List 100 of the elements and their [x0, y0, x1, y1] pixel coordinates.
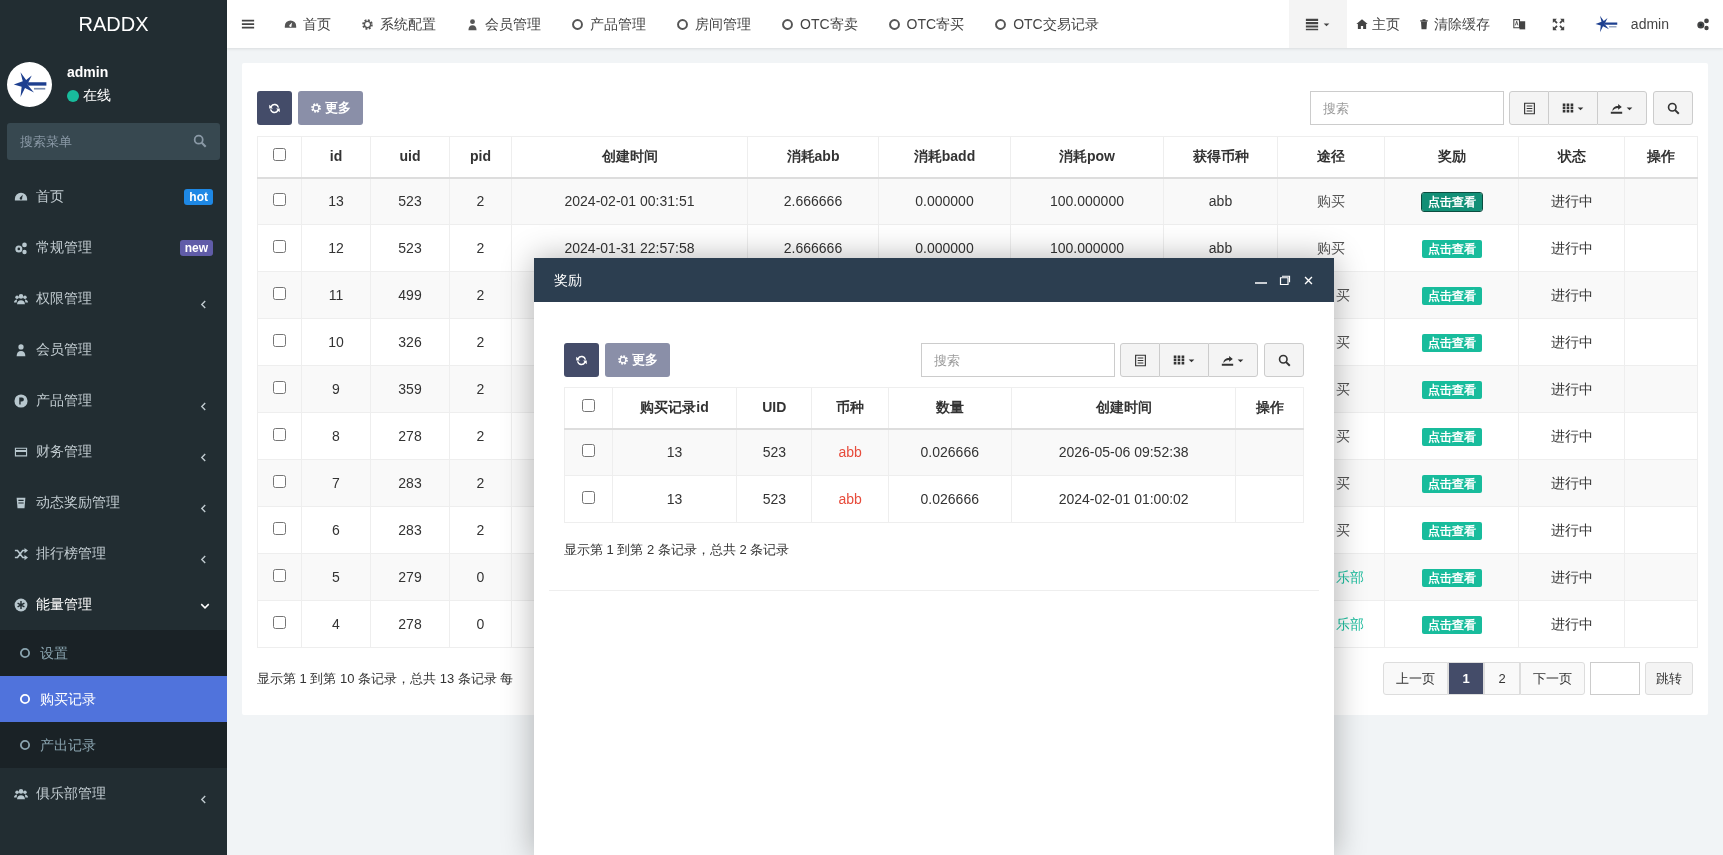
- sidebar-item[interactable]: 常规管理 new: [0, 222, 227, 273]
- table-cell: 4: [301, 600, 371, 648]
- jump-button[interactable]: 跳转: [1645, 662, 1693, 695]
- table-cell: 10: [301, 318, 371, 366]
- row-checkbox[interactable]: [273, 192, 286, 206]
- submenu-item[interactable]: 设置: [0, 630, 227, 676]
- view-button[interactable]: 点击查看: [1421, 192, 1482, 211]
- sidebar-item[interactable]: 排行榜管理: [0, 528, 227, 579]
- table-cell: 2024-02-01 00:31:51: [511, 177, 748, 225]
- nav-tab[interactable]: 首页: [269, 0, 346, 48]
- table-cell: 13: [612, 428, 737, 476]
- table-cell: 进行中: [1518, 412, 1625, 460]
- table-cell: 0.000000: [878, 177, 1011, 225]
- submenu-item[interactable]: 产出记录: [0, 722, 227, 768]
- next-page-button[interactable]: 下一页: [1520, 662, 1585, 695]
- nav-tab[interactable]: 房间管理: [661, 0, 766, 48]
- restore-icon: [1279, 274, 1291, 286]
- table-cell: 进行中: [1518, 318, 1625, 366]
- row-checkbox[interactable]: [273, 474, 286, 488]
- sidebar-item[interactable]: 产品管理: [0, 375, 227, 426]
- table-cell: 523: [736, 428, 812, 476]
- search-field[interactable]: 搜索: [1310, 91, 1504, 125]
- export-button[interactable]: [1597, 91, 1647, 125]
- table-cell-text: 买: [1335, 521, 1350, 538]
- refresh-button[interactable]: [564, 343, 599, 377]
- table-cell-text: 买: [1335, 427, 1350, 444]
- search-button[interactable]: [1653, 91, 1693, 125]
- row-checkbox[interactable]: [581, 443, 595, 457]
- page-button[interactable]: 2: [1484, 662, 1520, 695]
- column-header: 消耗abb: [747, 136, 879, 178]
- row-checkbox[interactable]: [581, 490, 595, 504]
- table-cell: 2: [449, 365, 512, 413]
- nav-link[interactable]: 主页: [1346, 0, 1409, 48]
- circle-icon: [19, 647, 31, 659]
- translate-icon: [1512, 17, 1526, 31]
- search-field[interactable]: 搜索菜单: [7, 123, 220, 160]
- home-icon: [1355, 18, 1368, 30]
- row-checkbox[interactable]: [273, 333, 286, 347]
- sidebar-item[interactable]: 俱乐部管理: [0, 768, 227, 819]
- sidebar-item[interactable]: 权限管理: [0, 273, 227, 324]
- table-cell: abb: [811, 475, 889, 523]
- row-checkbox[interactable]: [273, 427, 286, 441]
- close-icon: [1303, 274, 1314, 286]
- nav-tab[interactable]: OTC交易记录: [979, 0, 1114, 48]
- row-checkbox[interactable]: [273, 239, 286, 253]
- export-button[interactable]: [1208, 343, 1258, 377]
- badge: hot: [184, 188, 213, 205]
- circle-icon: [994, 17, 1008, 31]
- table-cell-text: 乐部: [1335, 568, 1364, 585]
- toggle-view-button[interactable]: [1120, 343, 1160, 377]
- row-checkbox[interactable]: [273, 615, 286, 629]
- nav-tab[interactable]: 产品管理: [556, 0, 661, 48]
- column-header: 获得币种: [1163, 136, 1278, 178]
- nav-tab[interactable]: OTC寄卖: [766, 0, 873, 48]
- user-menu[interactable]: admin: [1576, 0, 1683, 48]
- columns-button[interactable]: [1549, 91, 1597, 125]
- table-cell: abb: [811, 428, 889, 476]
- logo-icon: [7, 61, 52, 107]
- toggle-view-button[interactable]: [1509, 91, 1549, 125]
- nav-link[interactable]: 清除缓存: [1408, 0, 1499, 48]
- table-cell: 13: [612, 475, 737, 523]
- table-cell: 326: [370, 318, 450, 366]
- row-checkbox[interactable]: [273, 148, 286, 162]
- row-checkbox[interactable]: [273, 380, 286, 394]
- row-checkbox[interactable]: [273, 568, 286, 582]
- refresh-button[interactable]: [257, 91, 292, 125]
- sidebar-item[interactable]: 首页 hot: [0, 171, 227, 222]
- columns-button[interactable]: [1160, 343, 1208, 377]
- users-icon: [14, 291, 28, 306]
- circle-icon: [887, 17, 901, 31]
- gauge-icon: [284, 17, 297, 31]
- sidebar-item[interactable]: 能量管理: [0, 579, 227, 630]
- search-field[interactable]: 搜索: [921, 343, 1115, 377]
- table-cell-text: 买: [1335, 474, 1350, 491]
- table-cell: 9: [301, 365, 371, 413]
- table-cell: 2026-05-06 09:52:38: [1011, 428, 1236, 476]
- row-checkbox[interactable]: [273, 286, 286, 300]
- search-button[interactable]: [1264, 343, 1304, 377]
- page-button[interactable]: 1: [1448, 662, 1484, 695]
- column-header: uid: [370, 136, 450, 178]
- sidebar-item[interactable]: 会员管理: [0, 324, 227, 375]
- gears-icon: [14, 240, 28, 255]
- nav-tab[interactable]: 系统配置: [346, 0, 451, 48]
- table-cell: 8: [301, 412, 371, 460]
- table-cell: 499: [370, 271, 450, 319]
- row-checkbox[interactable]: [273, 521, 286, 535]
- page-input[interactable]: [1590, 662, 1640, 695]
- nav-tab[interactable]: 会员管理: [451, 0, 556, 48]
- trash-icon: [1417, 18, 1430, 30]
- menu-dropdown-button[interactable]: [1288, 0, 1347, 48]
- shuffle-icon: [14, 546, 28, 561]
- sidebar-item[interactable]: 财务管理: [0, 426, 227, 477]
- sidebar-item[interactable]: 动态奖励管理: [0, 477, 227, 528]
- nav-tab[interactable]: OTC寄买: [872, 0, 980, 48]
- table-cell: 0: [449, 600, 512, 648]
- table-cell: 0.026666: [888, 475, 1012, 523]
- prev-page-button[interactable]: 上一页: [1383, 662, 1448, 695]
- row-checkbox[interactable]: [581, 399, 595, 413]
- submenu-item[interactable]: 购买记录: [0, 676, 227, 722]
- circle-icon: [19, 693, 31, 705]
